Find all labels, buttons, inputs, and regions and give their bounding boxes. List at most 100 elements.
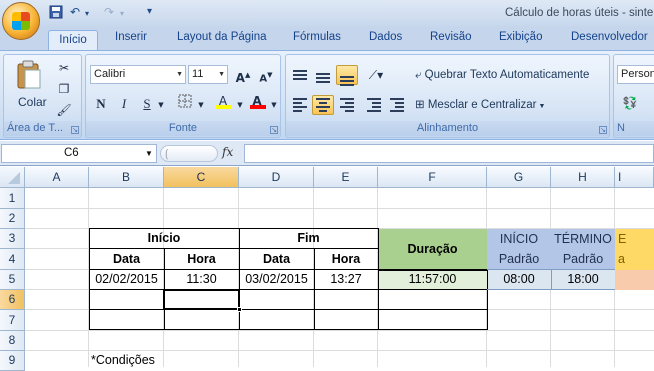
customize-icon[interactable]: ▾ [147,6,152,22]
cell-termino-padrao-2[interactable]: Padrão [551,249,615,269]
column-header-b[interactable]: B [89,167,164,188]
tab-revisao[interactable]: Revisão [430,31,472,50]
row-header-4[interactable]: 4 [0,249,25,270]
tab-desenvolvedor[interactable]: Desenvolvedor [571,31,648,50]
tab-layout[interactable]: Layout da Página [177,31,267,50]
increase-indent-icon[interactable] [386,95,408,115]
ribbon: Colar ✂ ❐ 🖌 Área de T... ↘ Calibri ▼ 11 ▼ … [0,50,654,140]
cell-i4[interactable]: a [616,249,654,269]
row-header-2[interactable]: 2 [0,209,25,229]
row-header-5[interactable]: 5 [0,270,25,290]
cell-i3[interactable]: E [616,229,654,249]
fill-color-icon[interactable]: A [212,91,234,111]
column-header-i[interactable]: I [615,167,654,188]
row-header-8[interactable]: 8 [0,331,25,351]
formula-input[interactable] [244,144,654,163]
row-header-7[interactable]: 7 [0,310,25,331]
alignment-launcher-icon[interactable]: ↘ [599,126,607,134]
merge-center-button[interactable]: ⊞ Mesclar e Centralizar ▼ [414,95,607,115]
font-color-icon[interactable]: A [246,91,268,111]
align-bottom-icon[interactable] [336,65,358,86]
cell-data-inicio[interactable]: 02/02/2015 [89,270,164,289]
tab-dados[interactable]: Dados [369,31,402,50]
align-center-icon[interactable] [312,95,334,115]
cell-hora-fim[interactable]: 13:27 [314,270,378,289]
number-format-select[interactable]: Person [617,65,654,84]
format-painter-icon[interactable]: 🖌 [54,100,74,118]
borders-icon[interactable] [174,93,196,113]
cell-hora-1[interactable]: Hora [164,249,239,269]
chevron-down-icon: ▼ [218,71,225,78]
cell-header-fim[interactable]: Fim [239,229,378,248]
underline-dropdown-icon[interactable]: ▼ [156,95,166,115]
copy-icon[interactable]: ❐ [54,79,74,97]
italic-button[interactable]: I [114,93,134,113]
grow-font-button[interactable]: A▲ [233,65,253,85]
underline-button[interactable]: S [137,93,157,113]
cell-inicio-padrao-2[interactable]: Padrão [487,249,551,269]
fill-handle[interactable] [237,307,242,312]
borders-dropdown-icon[interactable]: ▼ [196,95,206,115]
undo-dropdown-icon[interactable]: ▾ [85,9,89,25]
column-header-d[interactable]: D [239,167,314,188]
font-name-select[interactable]: Calibri ▼ [90,65,186,84]
decrease-indent-icon[interactable] [363,95,385,115]
name-box[interactable]: C6 ▼ [1,144,157,163]
column-header-g[interactable]: G [487,167,551,188]
cut-icon[interactable]: ✂ [54,58,74,76]
shrink-font-button[interactable]: A▼ [256,65,276,85]
cell-hora-inicio[interactable]: 11:30 [164,270,239,289]
font-size-select[interactable]: 11 ▼ [188,65,228,84]
tab-inserir[interactable]: Inserir [115,31,147,50]
cell-header-inicio[interactable]: Início [89,229,239,248]
cell-hora-2[interactable]: Hora [314,249,378,269]
bold-button[interactable]: N [91,93,111,113]
wrap-text-button[interactable]: ⤶ Quebrar Texto Automaticamente [414,65,607,85]
row-header-6[interactable]: 6 [0,290,25,310]
cell-duracao[interactable]: 11:57:00 [378,270,487,289]
select-all-corner[interactable] [0,167,25,188]
currency-format-icon[interactable]: 💱 [617,93,643,113]
save-icon[interactable] [49,5,63,21]
align-middle-icon[interactable] [312,65,334,85]
row-header-3[interactable]: 3 [0,229,25,249]
tab-inicio[interactable]: Início [48,30,98,51]
fill-dropdown-icon[interactable]: ▼ [235,95,245,115]
column-header-e[interactable]: E [314,167,378,188]
column-header-c[interactable]: C [164,167,239,188]
active-cell-selection[interactable] [163,289,240,310]
font-name-value: Calibri [94,68,126,80]
cell-inicio-padrao-1[interactable]: INÍCIO [487,229,551,249]
cell-data-2[interactable]: Data [239,249,314,269]
align-right-icon[interactable] [336,95,358,115]
formula-bar-handle[interactable]: ⟮ [160,145,218,162]
column-header-h[interactable]: H [551,167,615,188]
font-color-dropdown-icon[interactable]: ▼ [269,95,279,115]
cell-inicio-padrao[interactable]: 08:00 [487,270,551,289]
redo-dropdown-icon[interactable]: ▾ [120,9,124,25]
redo-icon[interactable]: ↷ [104,5,114,21]
cell-termino-padrao[interactable]: 18:00 [551,270,615,289]
cell-condicoes[interactable]: *Condições [91,351,241,367]
row-header-9[interactable]: 9 [0,351,25,371]
align-top-icon[interactable] [289,65,311,85]
chevron-down-icon[interactable]: ▼ [145,145,153,162]
tab-formulas[interactable]: Fórmulas [293,31,341,50]
column-header-a[interactable]: A [25,167,89,188]
insert-function-icon[interactable]: fx [222,145,233,159]
row-header-1[interactable]: 1 [0,188,25,209]
office-button[interactable] [2,2,40,40]
paste-label[interactable]: Colar [18,95,47,109]
undo-icon[interactable]: ↶ [70,5,80,21]
worksheet-grid[interactable]: A B C D E F G H I 1 2 3 4 5 6 7 8 9 Iníc… [0,167,654,371]
cell-termino-padrao-1[interactable]: TÉRMINO [551,229,615,249]
cell-data-fim[interactable]: 03/02/2015 [239,270,314,289]
clipboard-launcher-icon[interactable]: ↘ [71,126,79,134]
align-left-icon[interactable] [289,95,311,115]
tab-exibicao[interactable]: Exibição [499,31,542,50]
column-header-f[interactable]: F [378,167,487,188]
cell-header-duracao[interactable]: Duração [378,229,487,269]
font-launcher-icon[interactable]: ↘ [270,126,278,134]
cell-data-1[interactable]: Data [89,249,164,269]
orientation-icon[interactable]: ⟋▾ [363,65,389,85]
